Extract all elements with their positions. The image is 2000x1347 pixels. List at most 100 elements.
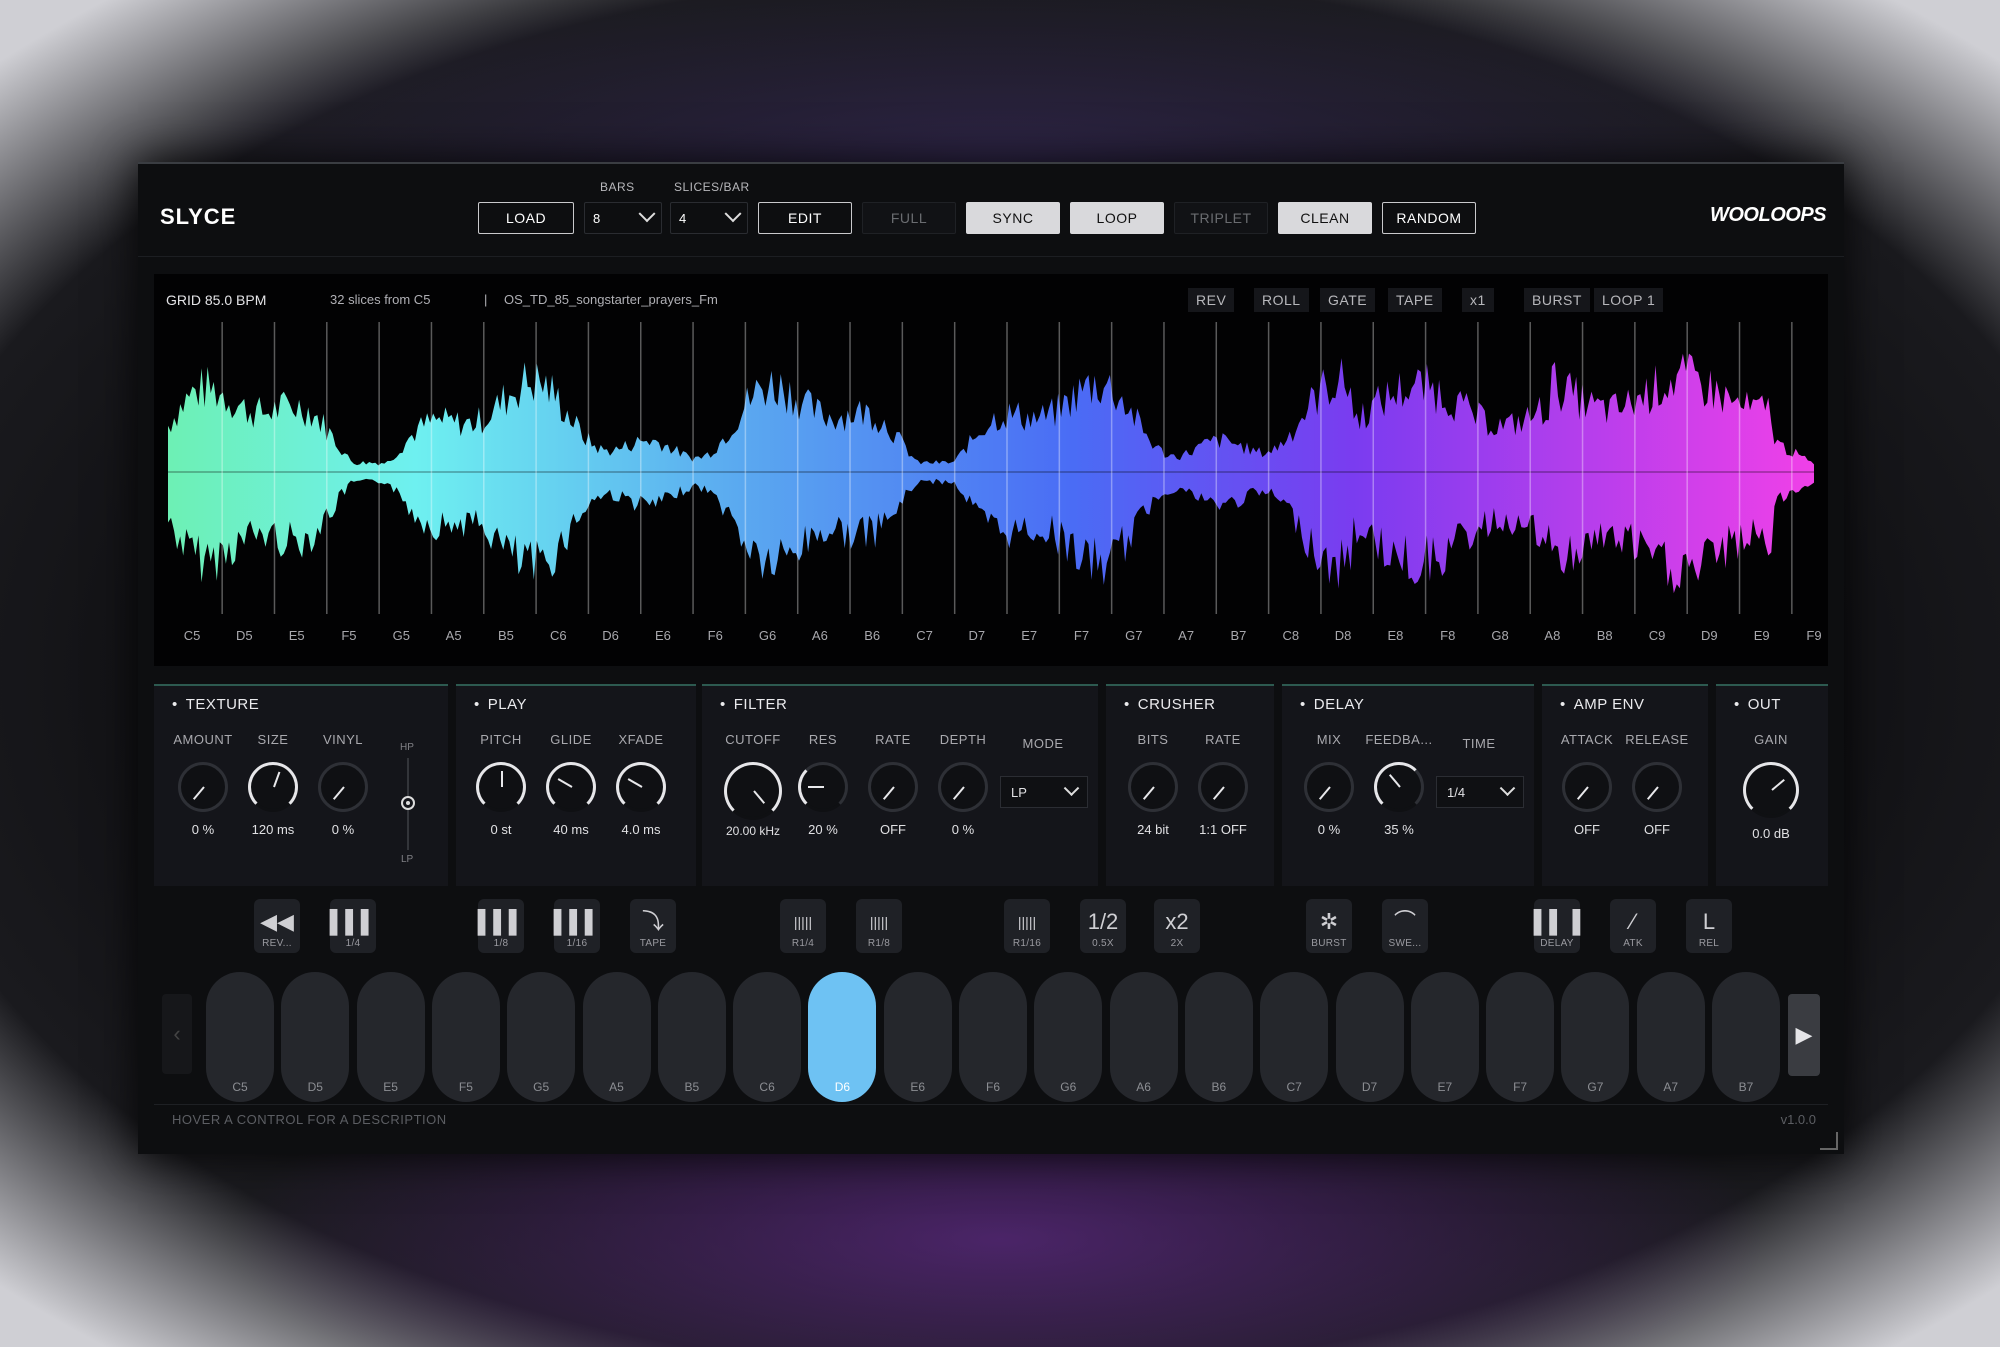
- fx-button-1-16[interactable]: ▌▌▌ 1/16: [554, 899, 600, 953]
- gain-knob[interactable]: GAIN 0.0 dB: [1736, 732, 1806, 841]
- slices-label: SLICES/BAR: [674, 180, 750, 194]
- fx-button-0-5x[interactable]: 1/2 0.5X: [1080, 899, 1126, 953]
- fx-button-tape[interactable]: ⤵ TAPE: [630, 899, 676, 953]
- mode-select[interactable]: LP: [1000, 776, 1088, 808]
- depth-dial[interactable]: [938, 762, 988, 812]
- pad-c6[interactable]: C6: [733, 972, 802, 1102]
- res-dial[interactable]: [798, 762, 848, 812]
- edit-button[interactable]: EDIT: [758, 202, 852, 234]
- mix-dial[interactable]: [1304, 762, 1354, 812]
- feedback-dial[interactable]: [1374, 762, 1424, 812]
- cutoff-knob[interactable]: CUTOFF 20.00 kHz: [718, 732, 788, 838]
- bits-knob[interactable]: BITS 24 bit: [1118, 732, 1188, 837]
- pad-c5[interactable]: C5: [206, 972, 274, 1102]
- pad-f7[interactable]: F7: [1486, 972, 1555, 1102]
- time-select[interactable]: 1/4: [1436, 776, 1524, 808]
- pad-b7[interactable]: B7: [1712, 972, 1780, 1102]
- tag-burst[interactable]: BURST: [1524, 288, 1590, 312]
- fx-button-1-4[interactable]: ▌▌▌ 1/4: [330, 899, 376, 953]
- fx-button-r1-16[interactable]: ||||| R1/16: [1004, 899, 1050, 953]
- pad-g6[interactable]: G6: [1034, 972, 1103, 1102]
- pad-a5[interactable]: A5: [582, 972, 651, 1102]
- rewind-icon: ◀◀: [260, 909, 294, 934]
- tag-x1[interactable]: x1: [1462, 288, 1494, 312]
- feedback-knob[interactable]: FEEDBA... 35 %: [1364, 732, 1434, 837]
- size-dial[interactable]: [248, 762, 298, 812]
- fx-button-r1-4[interactable]: ||||| R1/4: [780, 899, 826, 953]
- pad-e5[interactable]: E5: [356, 972, 425, 1102]
- tag-gate[interactable]: GATE: [1320, 288, 1376, 312]
- pad-d5[interactable]: D5: [281, 972, 350, 1102]
- pad-b5[interactable]: B5: [657, 972, 726, 1102]
- xfade-dial[interactable]: [616, 762, 666, 812]
- info-separator: |: [484, 292, 488, 307]
- pad-d7[interactable]: D7: [1335, 972, 1404, 1102]
- glide-knob[interactable]: GLIDE 40 ms: [536, 732, 606, 837]
- tag-tape[interactable]: TAPE: [1388, 288, 1442, 312]
- vinyl-dial[interactable]: [318, 762, 368, 812]
- xfade-knob[interactable]: XFADE 4.0 ms: [606, 732, 676, 837]
- slices-select[interactable]: 4: [670, 202, 748, 234]
- fx-button-1-8[interactable]: ▌▌▌ 1/8: [478, 899, 524, 953]
- res-knob[interactable]: RES 20 %: [788, 732, 858, 837]
- amount-knob[interactable]: AMOUNT 0 %: [168, 732, 238, 837]
- fx-button-rev[interactable]: ◀◀ REV...: [254, 899, 300, 953]
- size-knob[interactable]: SIZE 120 ms: [238, 732, 308, 837]
- fx-button-swe[interactable]: ⌒ SWE...: [1382, 899, 1428, 953]
- crusher-rate-knob[interactable]: RATE 1:1 OFF: [1188, 732, 1258, 837]
- tag-roll[interactable]: ROLL: [1254, 288, 1309, 312]
- attack-knob[interactable]: ATTACK OFF: [1552, 732, 1622, 837]
- resize-grip[interactable]: [1820, 1132, 1838, 1150]
- fx-button-atk[interactable]: ⁄ ATK: [1610, 899, 1656, 953]
- cutoff-dial[interactable]: [724, 762, 782, 820]
- fx-button-r1-8[interactable]: ||||| R1/8: [856, 899, 902, 953]
- slice-note-label: A7: [1178, 628, 1195, 643]
- pad-f5[interactable]: F5: [431, 972, 500, 1102]
- waveform-canvas[interactable]: [154, 274, 1828, 666]
- pad-a7[interactable]: A7: [1636, 972, 1705, 1102]
- pad-c7[interactable]: C7: [1260, 972, 1329, 1102]
- load-button[interactable]: LOAD: [478, 202, 574, 234]
- sync-button[interactable]: SYNC: [966, 202, 1060, 234]
- hp-lp-slider-handle[interactable]: [401, 796, 415, 810]
- pitch-knob[interactable]: PITCH 0 st: [466, 732, 536, 837]
- pad-a6[interactable]: A6: [1109, 972, 1178, 1102]
- fx-button-delay[interactable]: ▌▌▐ DELAY: [1534, 899, 1580, 953]
- full-button[interactable]: FULL: [862, 202, 956, 234]
- pad-f6[interactable]: F6: [959, 972, 1027, 1102]
- attack-dial[interactable]: [1562, 762, 1612, 812]
- pads-next-button[interactable]: ▶: [1788, 994, 1820, 1076]
- triplet-button[interactable]: TRIPLET: [1174, 202, 1268, 234]
- tag-rev[interactable]: REV: [1188, 288, 1235, 312]
- release-knob[interactable]: RELEASE OFF: [1622, 732, 1692, 837]
- depth-knob[interactable]: DEPTH 0 %: [928, 732, 998, 837]
- pitch-dial[interactable]: [476, 762, 526, 812]
- crusher-rate-dial[interactable]: [1198, 762, 1248, 812]
- random-button[interactable]: RANDOM: [1382, 202, 1476, 234]
- mix-knob[interactable]: MIX 0 %: [1294, 732, 1364, 837]
- vinyl-knob[interactable]: VINYL 0 %: [308, 732, 378, 837]
- loop-button[interactable]: LOOP: [1070, 202, 1164, 234]
- gain-value: 0.0 dB: [1752, 826, 1790, 841]
- clean-button[interactable]: CLEAN: [1278, 202, 1372, 234]
- rate-knob[interactable]: RATE OFF: [858, 732, 928, 837]
- pad-b6[interactable]: B6: [1184, 972, 1253, 1102]
- pads-prev-button[interactable]: ‹: [162, 994, 192, 1074]
- pad-g7[interactable]: G7: [1561, 972, 1630, 1102]
- pad-g5[interactable]: G5: [507, 972, 576, 1102]
- bars-select[interactable]: 8: [584, 202, 662, 234]
- fx-button-rel[interactable]: L REL: [1686, 899, 1732, 953]
- amount-dial[interactable]: [178, 762, 228, 812]
- fx-button-burst[interactable]: ✲ BURST: [1306, 899, 1352, 953]
- release-dial[interactable]: [1632, 762, 1682, 812]
- bits-dial[interactable]: [1128, 762, 1178, 812]
- waveform-panel[interactable]: GRID 85.0 BPM 32 slices from C5 | OS_TD_…: [154, 274, 1828, 666]
- pad-e7[interactable]: E7: [1410, 972, 1479, 1102]
- pad-d6[interactable]: D6: [808, 972, 877, 1102]
- rate-dial[interactable]: [868, 762, 918, 812]
- pad-e6[interactable]: E6: [883, 972, 952, 1102]
- glide-dial[interactable]: [546, 762, 596, 812]
- fx-button-2x[interactable]: x2 2X: [1154, 899, 1200, 953]
- gain-dial[interactable]: [1743, 762, 1799, 818]
- tag-loop-1[interactable]: LOOP 1: [1594, 288, 1664, 312]
